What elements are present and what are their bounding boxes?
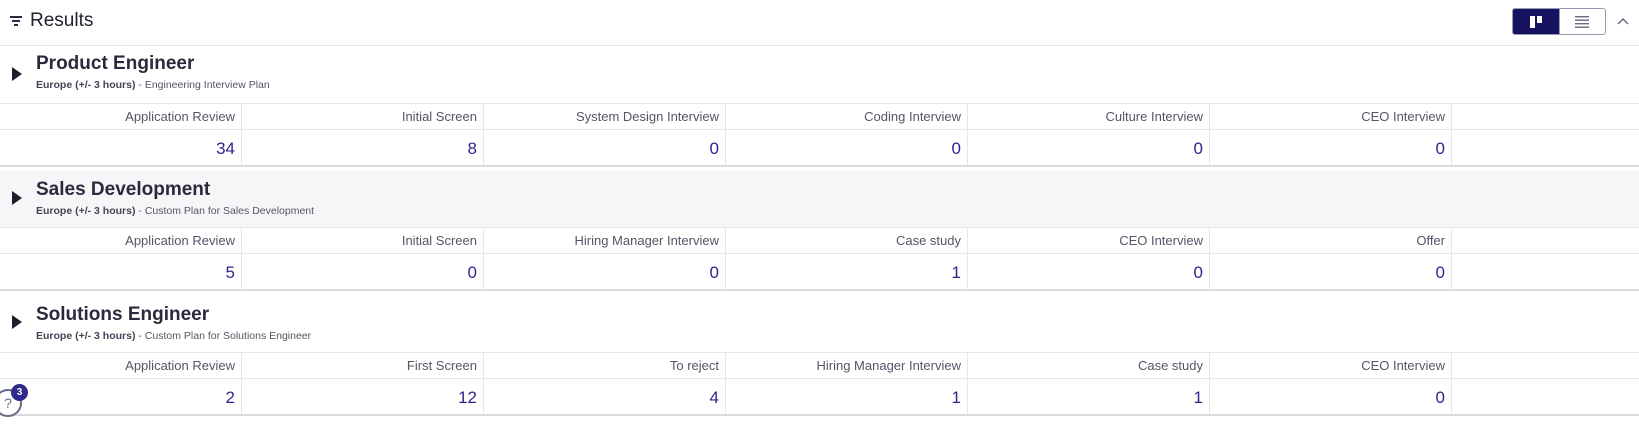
stage-count-row: 34 8 0 0 0 0 [0,130,1639,167]
job-subtitle: Europe (+/- 3 hours) - Custom Plan for S… [36,205,314,218]
job-region: Europe (+/- 3 hours) [36,79,136,91]
stage-header-row: Application Review Initial Screen Hiring… [0,227,1639,254]
stage-count[interactable]: 1 [968,379,1210,414]
stage-count[interactable]: 4 [484,379,726,414]
caret-right-icon[interactable] [11,314,23,330]
stage-label: Hiring Manager Interview [726,353,968,378]
stage-label: Application Review [0,228,242,253]
subtitle-separator: - [135,79,145,91]
stage-label: Application Review [0,353,242,378]
stage-label: To reject [484,353,726,378]
stage-label: First Screen [242,353,484,378]
stage-label: Initial Screen [242,228,484,253]
job-section-sales-development: Sales Development Europe (+/- 3 hours) -… [0,170,1639,294]
job-plan: Engineering Interview Plan [144,79,270,91]
stage-count[interactable]: 5 [0,254,242,289]
results-header: Results [0,0,1639,46]
stage-count[interactable]: 0 [1210,379,1452,414]
stage-label: Case study [968,353,1210,378]
list-view-icon [1575,15,1590,28]
subtitle-separator: - [135,205,145,217]
job-section-header[interactable]: Solutions Engineer Europe (+/- 3 hours) … [0,295,1639,352]
stage-count[interactable]: 2 [0,379,242,414]
job-subtitle: Europe (+/- 3 hours) - Custom Plan for S… [36,330,311,343]
caret-right-icon[interactable] [11,66,23,82]
stage-count[interactable]: 0 [1210,254,1452,289]
job-title: Solutions Engineer [36,304,210,325]
stage-label: Application Review [0,104,242,129]
stage-label: System Design Interview [484,104,726,129]
stage-count[interactable]: 0 [968,254,1210,289]
list-view-button[interactable] [1558,9,1605,34]
chevron-up-icon [1617,17,1629,25]
job-plan: Custom Plan for Sales Development [144,205,315,217]
stage-count[interactable]: 1 [726,379,968,414]
stage-count[interactable]: 1 [726,254,968,289]
job-plan: Custom Plan for Solutions Engineer [144,330,312,342]
stage-header-row: Application Review First Screen To rejec… [0,352,1639,379]
job-section-product-engineer: Product Engineer Europe (+/- 3 hours) - … [0,46,1639,170]
job-subtitle: Europe (+/- 3 hours) - Engineering Inter… [36,79,270,92]
stage-label: Offer [1210,228,1452,253]
page-title: Results [30,10,94,31]
stage-count[interactable]: 0 [484,254,726,289]
stage-count[interactable]: 0 [726,130,968,165]
stage-label: CEO Interview [1210,104,1452,129]
view-toggle [1512,8,1606,35]
stage-count[interactable]: 0 [242,254,484,289]
stage-header-row: Application Review Initial Screen System… [0,103,1639,130]
subtitle-separator: - [135,330,145,342]
stage-count[interactable]: 8 [242,130,484,165]
stage-label: Initial Screen [242,104,484,129]
job-section-header[interactable]: Product Engineer Europe (+/- 3 hours) - … [0,46,1639,103]
job-title: Sales Development [36,179,211,200]
stage-count-row: 2 12 4 1 1 0 [0,379,1639,416]
job-section-solutions-engineer: Solutions Engineer Europe (+/- 3 hours) … [0,295,1639,419]
stage-label: Hiring Manager Interview [484,228,726,253]
board-view-icon [1529,15,1542,28]
job-section-header[interactable]: Sales Development Europe (+/- 3 hours) -… [0,170,1639,227]
stage-count-row: 5 0 0 1 0 0 [0,254,1639,291]
stage-count[interactable]: 0 [484,130,726,165]
stage-count[interactable]: 0 [1210,130,1452,165]
job-title: Product Engineer [36,53,195,74]
stage-label: Culture Interview [968,104,1210,129]
job-region: Europe (+/- 3 hours) [36,330,136,342]
notification-badge: 3 [11,384,28,401]
stage-label: CEO Interview [1210,353,1452,378]
stage-label: Coding Interview [726,104,968,129]
board-view-button[interactable] [1513,9,1559,34]
stage-count[interactable]: 0 [968,130,1210,165]
stage-label: Case study [726,228,968,253]
stage-count[interactable]: 12 [242,379,484,414]
job-region: Europe (+/- 3 hours) [36,205,136,217]
filter-icon[interactable] [9,14,23,28]
stage-label: CEO Interview [968,228,1210,253]
caret-right-icon[interactable] [11,190,23,206]
stage-count[interactable]: 34 [0,130,242,165]
collapse-button[interactable] [1614,12,1632,30]
